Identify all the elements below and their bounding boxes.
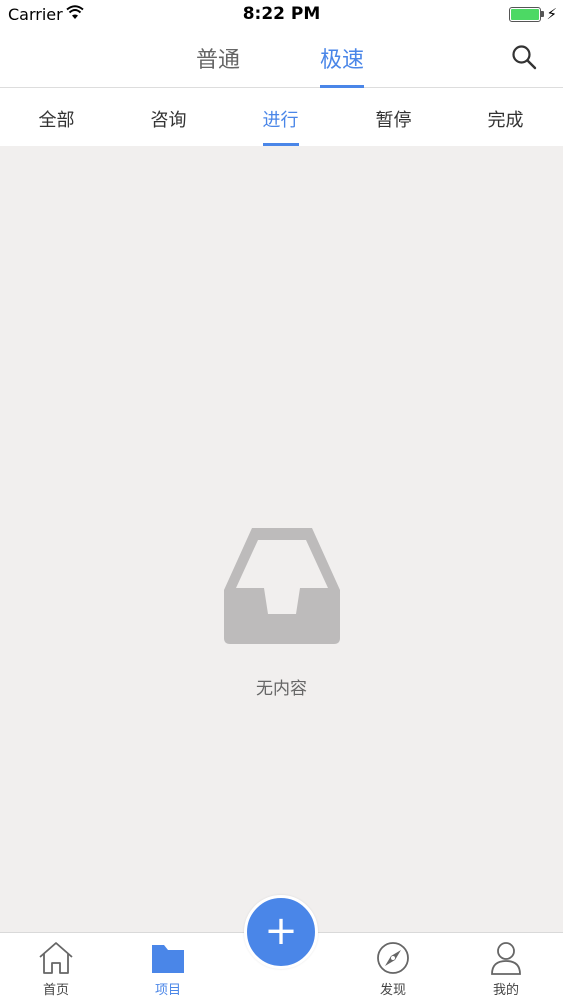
mode-tab-normal[interactable]: 普通 (196, 42, 240, 88)
status-bar: Carrier 8:22 PM ⚡ (0, 0, 563, 30)
compass-icon (377, 942, 409, 974)
filter-tab-all[interactable]: 全部 (0, 106, 113, 146)
filter-tab-label: 完成 (487, 110, 524, 131)
header: 普通 极速 (0, 30, 563, 88)
empty-state-text: 无内容 (256, 679, 307, 699)
tab-me[interactable]: 我的 (466, 941, 546, 998)
empty-state: 无内容 (0, 528, 563, 699)
filter-tab-completed[interactable]: 完成 (449, 106, 562, 146)
charging-bolt-icon: ⚡ (546, 5, 557, 23)
tab-me-label: 我的 (492, 983, 519, 998)
folder-icon (152, 945, 184, 973)
filter-tab-paused[interactable]: 暂停 (337, 106, 450, 146)
user-icon (491, 942, 521, 975)
filter-tab-consult[interactable]: 咨询 (112, 106, 225, 146)
battery-icon (509, 7, 541, 22)
tab-home[interactable]: 首页 (16, 941, 96, 998)
tab-discover[interactable]: 发现 (353, 941, 433, 998)
filter-tab-label: 全部 (38, 110, 75, 131)
filter-tabs: 全部 咨询 进行 暂停 完成 (0, 88, 563, 146)
mode-tab-express[interactable]: 极速 (320, 42, 365, 88)
status-time: 8:22 PM (242, 4, 321, 24)
tab-projects-label: 项目 (154, 983, 181, 998)
add-project-button[interactable]: + (244, 895, 318, 969)
tab-discover-label: 发现 (379, 983, 406, 998)
home-icon (39, 942, 73, 974)
inbox-tray-icon (223, 528, 340, 644)
tab-home-label: 首页 (42, 983, 69, 998)
filter-tab-in-progress[interactable]: 进行 (224, 106, 337, 146)
search-icon[interactable] (511, 44, 537, 70)
tab-projects[interactable]: 项目 (128, 941, 208, 998)
filter-tab-label: 进行 (262, 106, 299, 146)
filter-tab-label: 咨询 (150, 110, 187, 131)
battery-tip (541, 11, 544, 17)
filter-tab-label: 暂停 (375, 110, 412, 131)
